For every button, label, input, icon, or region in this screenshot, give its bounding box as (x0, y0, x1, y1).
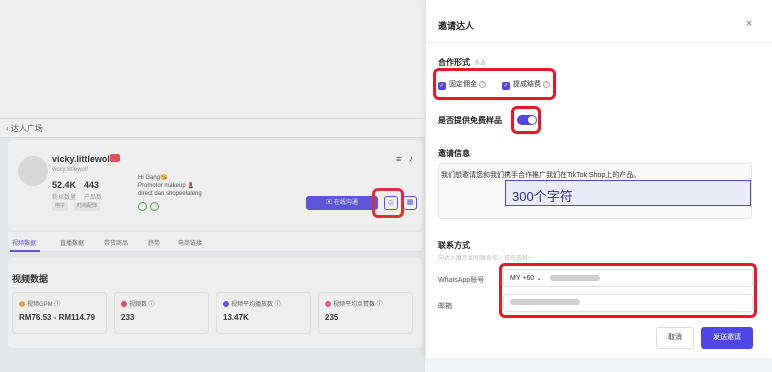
free-sample-label: 是否提供免费样品 (438, 116, 502, 125)
highlight-box (433, 68, 556, 100)
modal-backdrop[interactable] (0, 0, 425, 372)
whatsapp-label: WhatsApp账号 (438, 277, 485, 284)
char-limit-annotation: 300个字符 (505, 180, 751, 206)
invite-info-title: 邀请信息 (438, 149, 470, 158)
invite-message-textarea[interactable]: 我们想邀请您和我们携手合作推广我们在TikTok Shop上的产品。 300个字… (438, 163, 752, 219)
highlight-box (511, 106, 541, 134)
contact-section-title: 联系方式 (438, 241, 470, 250)
coop-section-title: 合作形式 多选 (438, 58, 487, 67)
send-invite-button[interactable]: 发送邀请 (701, 327, 753, 349)
divider (426, 42, 772, 43)
modal-title: 邀请达人 (438, 21, 475, 31)
coop-section-sub: 多选 (474, 61, 487, 67)
invite-creator-modal: 邀请达人 × 合作形式 多选 ✓ 固定佣金? ✓ 提成结费? 是否提供免费样品 邀请信… (425, 0, 772, 358)
highlight-box (499, 263, 757, 318)
email-label: 邮箱 (438, 303, 452, 310)
invite-message-text: 我们想邀请您和我们携手合作推广我们在TikTok Shop上的产品。 (441, 172, 641, 179)
cancel-button[interactable]: 取消 (656, 327, 694, 349)
contact-section-sub: 向达人展示如何联系你，可任选其一 (438, 256, 535, 262)
close-icon[interactable]: × (746, 18, 752, 30)
